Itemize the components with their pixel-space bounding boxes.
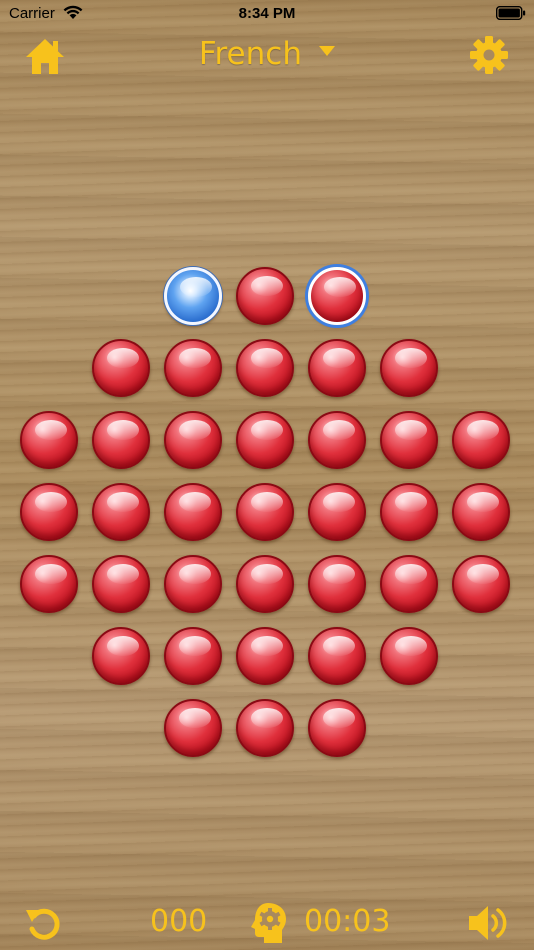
- peg[interactable]: [92, 555, 150, 613]
- sound-button[interactable]: [466, 902, 510, 944]
- peg[interactable]: [164, 627, 222, 685]
- peg[interactable]: [308, 483, 366, 541]
- peg[interactable]: [380, 483, 438, 541]
- peg[interactable]: [308, 699, 366, 757]
- speaker-icon: [469, 906, 507, 940]
- head-gear-hint-icon: [251, 903, 286, 943]
- empty-hole[interactable]: [164, 267, 222, 325]
- peg[interactable]: [92, 339, 150, 397]
- peg[interactable]: [92, 483, 150, 541]
- gear-icon: [470, 36, 508, 74]
- peg[interactable]: [92, 627, 150, 685]
- status-time: 8:34 PM: [238, 5, 296, 22]
- hint-button[interactable]: [250, 900, 290, 946]
- peg[interactable]: [308, 339, 366, 397]
- bottom-bar: 000 00:03: [0, 896, 534, 946]
- peg[interactable]: [164, 555, 222, 613]
- peg[interactable]: [236, 699, 294, 757]
- peg[interactable]: [452, 555, 510, 613]
- selected-peg[interactable]: [308, 267, 366, 325]
- peg[interactable]: [20, 411, 78, 469]
- peg[interactable]: [236, 555, 294, 613]
- peg[interactable]: [236, 339, 294, 397]
- peg[interactable]: [236, 483, 294, 541]
- undo-button[interactable]: [24, 902, 66, 944]
- peg[interactable]: [236, 267, 294, 325]
- peg[interactable]: [380, 555, 438, 613]
- top-bar: French: [0, 30, 534, 82]
- peg[interactable]: [308, 627, 366, 685]
- peg[interactable]: [164, 483, 222, 541]
- undo-icon: [26, 908, 60, 940]
- status-bar: Carrier 8:34 PM: [0, 0, 534, 28]
- peg[interactable]: [308, 411, 366, 469]
- peg[interactable]: [236, 627, 294, 685]
- peg[interactable]: [308, 555, 366, 613]
- battery-icon: [496, 6, 526, 20]
- peg[interactable]: [380, 411, 438, 469]
- caret-down-icon: [319, 46, 336, 56]
- peg[interactable]: [164, 699, 222, 757]
- peg[interactable]: [452, 483, 510, 541]
- peg[interactable]: [20, 483, 78, 541]
- peg[interactable]: [92, 411, 150, 469]
- peg-board: [0, 0, 534, 950]
- peg[interactable]: [452, 411, 510, 469]
- variant-label: French: [198, 36, 302, 72]
- peg[interactable]: [20, 555, 78, 613]
- move-counter: 000: [150, 904, 208, 939]
- peg[interactable]: [164, 411, 222, 469]
- peg[interactable]: [236, 411, 294, 469]
- peg[interactable]: [380, 627, 438, 685]
- settings-button[interactable]: [468, 34, 510, 76]
- variant-selector[interactable]: French: [0, 36, 534, 72]
- timer: 00:03: [304, 904, 391, 939]
- peg[interactable]: [164, 339, 222, 397]
- peg[interactable]: [380, 339, 438, 397]
